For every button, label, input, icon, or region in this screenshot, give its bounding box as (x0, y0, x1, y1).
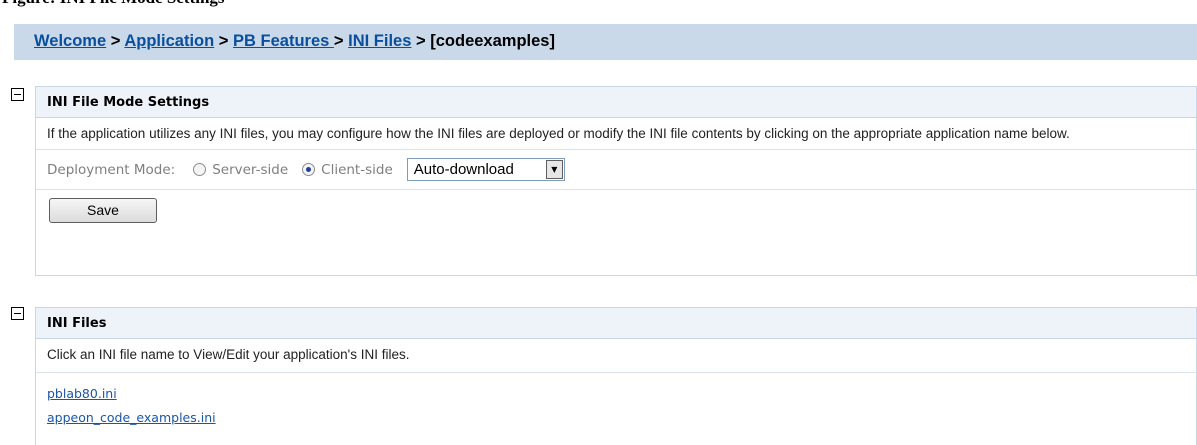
panel-title: INI File Mode Settings (36, 87, 1196, 118)
panel-description: Click an INI file name to View/Edit your… (36, 339, 1196, 373)
server-side-radio[interactable] (193, 163, 207, 176)
deployment-mode-row: Deployment Mode: Server-side Client-side… (36, 150, 1196, 190)
ini-file-mode-settings-panel: INI File Mode Settings If the applicatio… (35, 86, 1197, 276)
breadcrumb-application[interactable]: Application (124, 32, 214, 50)
save-button[interactable]: Save (49, 197, 157, 223)
client-side-option[interactable]: Client-side (302, 162, 393, 178)
breadcrumb-separator: > (218, 32, 229, 50)
client-side-label: Client-side (321, 161, 393, 178)
breadcrumb-bar: Welcome > Application > PB Features > IN… (14, 24, 1197, 60)
panel-description: If the application utilizes any INI file… (36, 118, 1196, 150)
save-row: Save (36, 190, 1196, 230)
client-side-radio[interactable] (302, 163, 316, 176)
server-side-label: Server-side (212, 161, 289, 178)
breadcrumb-current: [codeexamples] (430, 32, 555, 50)
breadcrumb-welcome[interactable]: Welcome (34, 32, 106, 50)
chevron-down-icon[interactable]: ▼ (545, 160, 563, 179)
ini-file-row: pblab80.ini (36, 381, 1196, 405)
download-mode-select[interactable]: Auto-download ▼ (406, 158, 565, 181)
download-mode-value: Auto-download (413, 161, 514, 178)
server-side-option[interactable]: Server-side (193, 162, 288, 178)
deployment-mode-label: Deployment Mode: (47, 161, 176, 178)
breadcrumb-ini-files[interactable]: INI Files (348, 32, 411, 50)
panel-title: INI Files (36, 308, 1196, 339)
breadcrumb-pb-features[interactable]: PB Features (233, 32, 334, 50)
ini-file-link[interactable]: appeon_code_examples.ini (47, 410, 216, 425)
collapse-mode-settings-icon[interactable] (11, 88, 24, 101)
ini-file-link[interactable]: pblab80.ini (47, 386, 117, 401)
figure-heading: Figure: INI File Mode Settings (2, 0, 225, 8)
ini-file-row: appeon_code_examples.ini (36, 405, 1196, 429)
collapse-ini-files-icon[interactable] (11, 307, 24, 320)
ini-files-panel: INI Files Click an INI file name to View… (35, 307, 1197, 445)
breadcrumb: Welcome > Application > PB Features > IN… (34, 32, 555, 51)
breadcrumb-separator: > (416, 32, 426, 50)
breadcrumb-separator: > (333, 32, 344, 50)
breadcrumb-separator: > (110, 32, 121, 50)
